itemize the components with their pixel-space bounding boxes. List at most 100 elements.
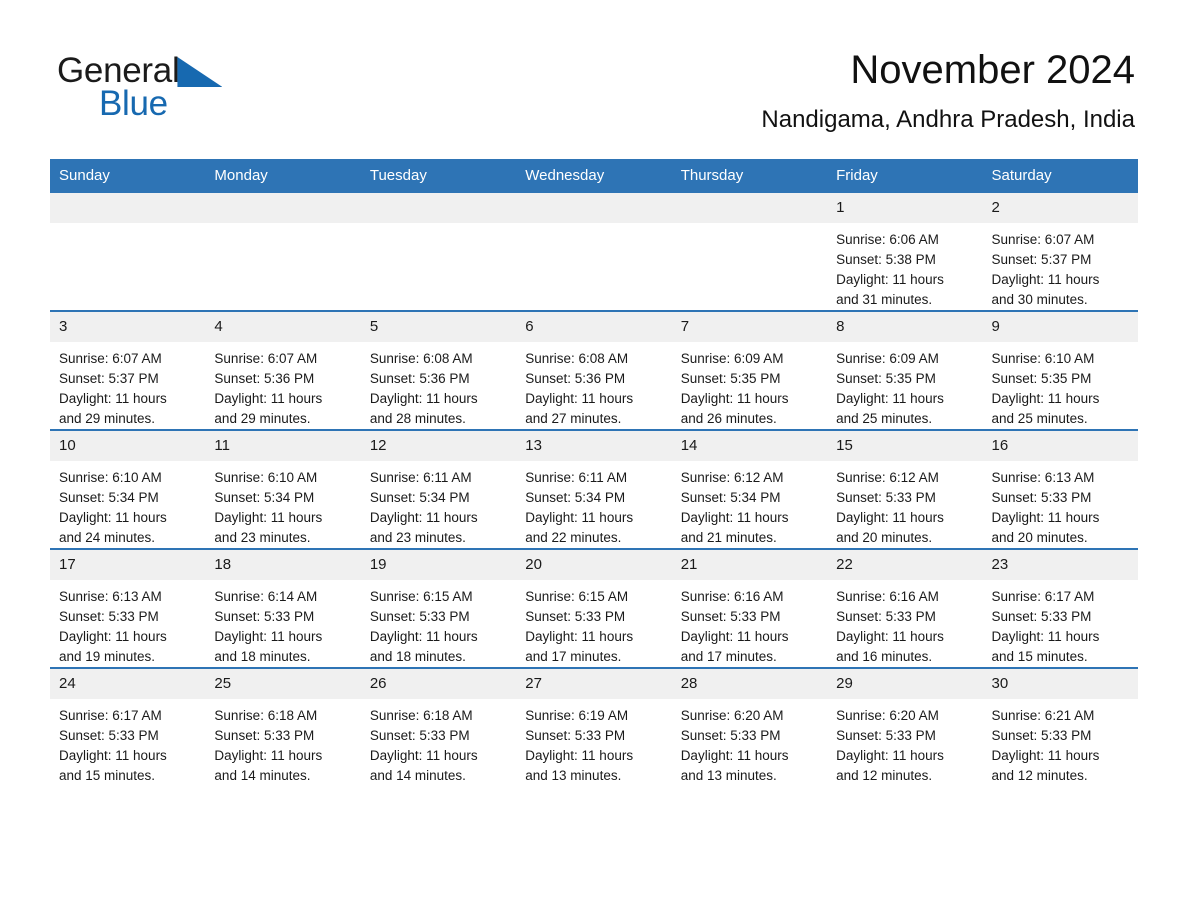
day-details: Sunrise: 6:17 AM Sunset: 5:33 PM Daylight:… [50,699,205,786]
day-daylight-line1-text: Daylight: 11 hours [59,748,167,763]
calendar-day-cell[interactable]: 3 Sunrise: 6:07 AM Sunset: 5:37 PM Daylight… [50,310,206,430]
calendar-day-cell[interactable]: 2 Sunrise: 6:07 AM Sunset: 5:37 PM Daylight… [982,193,1138,311]
day-sunset-text: Sunset: 5:33 PM [836,490,936,505]
calendar-day-cell[interactable]: 1 Sunrise: 6:06 AM Sunset: 5:38 PM Daylight… [827,193,983,311]
calendar-day-cell[interactable]: 15 Sunrise: 6:12 AM Sunset: 5:33 PM Dayligh… [827,429,983,549]
day-sunrise-text: Sunrise: 6:09 AM [680,351,784,366]
day-daylight-line2-text: and 24 minutes. [59,530,156,545]
day-sunset-text: Sunset: 5:33 PM [214,728,315,743]
day-number: 15 [827,431,983,461]
page-subtitle-location: Nandigama, Andhra Pradesh, India [761,106,1135,133]
weekday-header-saturday: Saturday [982,159,1138,193]
calendar-day-cell[interactable]: 20 Sunrise: 6:15 AM Sunset: 5:33 PM Dayligh… [516,548,672,668]
day-details: Sunrise: 6:16 AM Sunset: 5:33 PM Daylight:… [827,580,982,667]
calendar-day-cell[interactable]: 22 Sunrise: 6:16 AM Sunset: 5:33 PM Dayligh… [827,548,983,668]
calendar-day-cell[interactable]: 28 Sunrise: 6:20 AM Sunset: 5:33 PM Dayligh… [671,667,828,786]
day-sunrise-text: Sunrise: 6:10 AM [59,470,162,485]
day-sunset-text: Sunset: 5:33 PM [680,728,781,743]
day-number [671,193,828,223]
calendar-day-cell[interactable]: 13 Sunrise: 6:11 AM Sunset: 5:34 PM Dayligh… [516,429,672,549]
day-sunset-text: Sunset: 5:33 PM [991,490,1092,505]
day-daylight-line2-text: and 15 minutes. [991,649,1088,664]
calendar-day-cell[interactable]: 25 Sunrise: 6:18 AM Sunset: 5:33 PM Dayligh… [205,667,361,786]
calendar-day-cell[interactable]: 19 Sunrise: 6:15 AM Sunset: 5:33 PM Dayligh… [360,548,517,668]
day-sunset-text: Sunset: 5:33 PM [214,609,315,624]
day-daylight-line2-text: and 21 minutes. [680,530,777,545]
day-daylight-line1-text: Daylight: 11 hours [991,629,1100,644]
day-daylight-line1-text: Daylight: 11 hours [525,391,634,406]
calendar-day-cell[interactable]: 29 Sunrise: 6:20 AM Sunset: 5:33 PM Dayligh… [827,667,983,786]
day-daylight-line1-text: Daylight: 11 hours [991,748,1100,763]
calendar-day-cell[interactable]: 5 Sunrise: 6:08 AM Sunset: 5:36 PM Daylight… [360,310,517,430]
day-sunrise-text: Sunrise: 6:13 AM [991,470,1095,485]
general-blue-logo[interactable]: General Blue [57,52,357,132]
day-details: Sunrise: 6:18 AM Sunset: 5:33 PM Daylight:… [361,699,516,786]
day-daylight-line1-text: Daylight: 11 hours [836,629,944,644]
day-sunset-text: Sunset: 5:33 PM [525,728,626,743]
calendar-day-cell[interactable]: 16 Sunrise: 6:13 AM Sunset: 5:33 PM Dayligh… [982,429,1138,549]
calendar-day-cell[interactable]: 6 Sunrise: 6:08 AM Sunset: 5:36 PM Daylight… [516,310,672,430]
day-daylight-line1-text: Daylight: 11 hours [369,748,478,763]
day-daylight-line1-text: Daylight: 11 hours [214,629,323,644]
day-daylight-line2-text: and 29 minutes. [59,411,156,426]
day-sunset-text: Sunset: 5:34 PM [525,490,626,505]
calendar-day-cell[interactable]: 30 Sunrise: 6:21 AM Sunset: 5:33 PM Dayligh… [982,667,1138,786]
day-daylight-line2-text: and 26 minutes. [680,411,777,426]
calendar-day-cell[interactable]: 23 Sunrise: 6:17 AM Sunset: 5:33 PM Dayligh… [982,548,1138,668]
day-daylight-line1-text: Daylight: 11 hours [525,748,634,763]
day-details: Sunrise: 6:07 AM Sunset: 5:37 PM Daylight:… [50,342,205,429]
calendar-day-cell[interactable]: 24 Sunrise: 6:17 AM Sunset: 5:33 PM Dayligh… [50,667,206,786]
calendar-day-cell[interactable]: 21 Sunrise: 6:16 AM Sunset: 5:33 PM Dayligh… [671,548,828,668]
day-sunset-text: Sunset: 5:33 PM [59,728,159,743]
day-daylight-line2-text: and 25 minutes. [836,411,933,426]
calendar-day-cell[interactable]: 8 Sunrise: 6:09 AM Sunset: 5:35 PM Daylight… [827,310,983,430]
day-sunset-text: Sunset: 5:36 PM [369,371,470,386]
day-number: 23 [982,550,1138,580]
calendar-day-cell[interactable]: 9 Sunrise: 6:10 AM Sunset: 5:35 PM Daylight… [982,310,1138,430]
day-details: Sunrise: 6:07 AM Sunset: 5:36 PM Daylight:… [205,342,360,429]
day-number: 25 [205,669,361,699]
day-details: Sunrise: 6:20 AM Sunset: 5:33 PM Daylight:… [672,699,827,786]
day-details: Sunrise: 6:15 AM Sunset: 5:33 PM Daylight:… [361,580,516,667]
day-daylight-line2-text: and 28 minutes. [369,411,466,426]
calendar-day-cell[interactable]: 11 Sunrise: 6:10 AM Sunset: 5:34 PM Dayligh… [205,429,361,549]
day-sunrise-text: Sunrise: 6:14 AM [214,589,318,604]
day-number: 5 [360,312,517,342]
day-number [516,193,672,223]
weekday-header-friday: Friday [827,159,983,193]
day-daylight-line1-text: Daylight: 11 hours [525,629,634,644]
day-sunset-text: Sunset: 5:33 PM [680,609,781,624]
day-number: 18 [205,550,361,580]
calendar-day-cell[interactable]: 26 Sunrise: 6:18 AM Sunset: 5:33 PM Dayligh… [360,667,517,786]
day-details: Sunrise: 6:06 AM Sunset: 5:38 PM Daylight:… [827,223,982,310]
day-daylight-line1-text: Daylight: 11 hours [680,510,789,525]
day-daylight-line1-text: Daylight: 11 hours [991,510,1100,525]
day-number: 4 [205,312,361,342]
day-daylight-line2-text: and 13 minutes. [680,768,777,783]
calendar-page: General Blue November 2024 Nandigama, An… [0,0,1188,918]
calendar-day-cell[interactable]: 14 Sunrise: 6:12 AM Sunset: 5:34 PM Dayligh… [671,429,828,549]
day-details: Sunrise: 6:09 AM Sunset: 5:35 PM Daylight:… [672,342,827,429]
calendar-day-cell[interactable]: 27 Sunrise: 6:19 AM Sunset: 5:33 PM Dayligh… [516,667,672,786]
day-number: 1 [827,193,983,223]
calendar-day-cell[interactable]: 4 Sunrise: 6:07 AM Sunset: 5:36 PM Daylight… [205,310,361,430]
day-daylight-line2-text: and 23 minutes. [214,530,311,545]
day-sunrise-text: Sunrise: 6:20 AM [836,708,939,723]
calendar-day-cell[interactable]: 10 Sunrise: 6:10 AM Sunset: 5:34 PM Dayligh… [50,429,206,549]
day-number: 29 [827,669,983,699]
day-sunrise-text: Sunrise: 6:15 AM [525,589,629,604]
day-daylight-line2-text: and 14 minutes. [214,768,311,783]
calendar-week-row: 10 Sunrise: 6:10 AM Sunset: 5:34 PM Dayligh… [50,429,1138,549]
day-daylight-line1-text: Daylight: 11 hours [680,391,789,406]
day-number: 8 [827,312,983,342]
day-daylight-line1-text: Daylight: 11 hours [836,748,944,763]
calendar-day-cell[interactable]: 12 Sunrise: 6:11 AM Sunset: 5:34 PM Dayligh… [360,429,517,549]
day-sunrise-text: Sunrise: 6:18 AM [369,708,473,723]
calendar-day-cell[interactable]: 18 Sunrise: 6:14 AM Sunset: 5:33 PM Dayligh… [205,548,361,668]
page-header: General Blue November 2024 Nandigama, An… [0,0,1188,155]
calendar-day-cell[interactable]: 17 Sunrise: 6:13 AM Sunset: 5:33 PM Dayligh… [50,548,206,668]
calendar-day-cell[interactable]: 7 Sunrise: 6:09 AM Sunset: 5:35 PM Daylight… [671,310,828,430]
day-details: Sunrise: 6:10 AM Sunset: 5:34 PM Daylight:… [205,461,360,548]
calendar-day-cell-empty [671,193,828,311]
day-daylight-line1-text: Daylight: 11 hours [680,748,789,763]
